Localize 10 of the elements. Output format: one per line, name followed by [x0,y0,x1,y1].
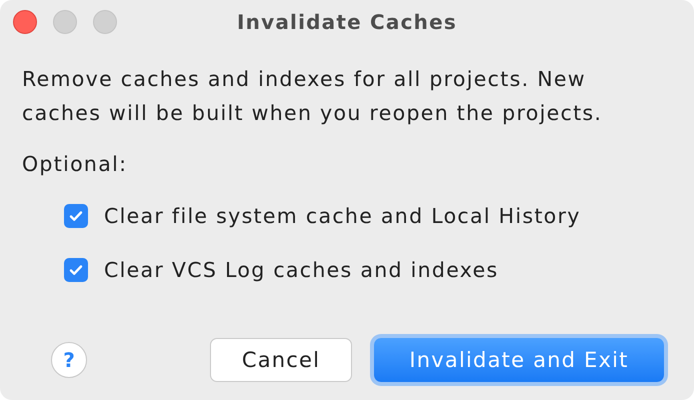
close-button[interactable] [13,10,37,34]
cancel-button[interactable]: Cancel [210,338,352,382]
checkbox[interactable] [64,258,88,282]
help-button[interactable]: ? [51,342,87,378]
message-text: Remove caches and indexes for all projects. New caches will be built when you reopen the projects. [22,66,604,127]
window-title: Invalidate Caches [237,10,457,34]
optional-label: Optional: [22,152,128,176]
checkbox[interactable] [64,204,88,228]
checkbox-label[interactable]: Clear file system cache and Local History [104,204,581,228]
checkbox-label[interactable]: Clear VCS Log caches and indexes [104,258,498,282]
